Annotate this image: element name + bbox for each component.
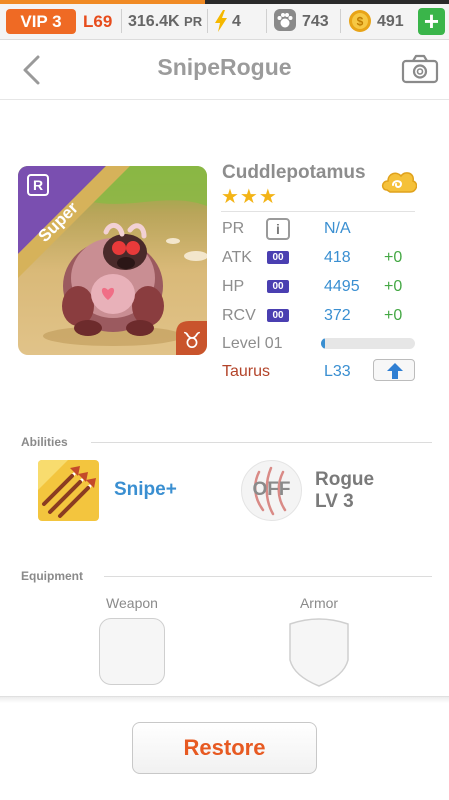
status-bar: VIP 3 L69 316.4K PR 4 743 $ 491 +	[0, 0, 449, 40]
abilities-section-title: Abilities	[21, 435, 68, 449]
divider	[207, 9, 208, 33]
stat-bonus-atk: +0	[384, 249, 403, 266]
abilities-divider	[91, 442, 432, 443]
coin-count: 491	[377, 13, 404, 30]
divider	[121, 9, 122, 33]
stat-label-hp: HP	[222, 278, 245, 295]
stat-value-atk: 418	[324, 249, 351, 266]
back-arrow-icon[interactable]	[18, 54, 48, 86]
info-icon[interactable]: i	[266, 218, 290, 240]
upgrade-button[interactable]	[373, 359, 415, 381]
zodiac-badge: ♉	[176, 321, 207, 355]
stat-bonus-hp: +0	[384, 278, 403, 295]
stat-badge-atk: 00	[267, 251, 289, 264]
divider	[266, 9, 267, 33]
stat-value-hp: 4495	[324, 278, 360, 295]
stat-value-rcv: 372	[324, 307, 351, 324]
power-rating-value: 316.4K	[128, 13, 180, 30]
monster-portrait[interactable]: R Super ♉	[18, 166, 207, 355]
stat-label-rcv: RCV	[222, 307, 256, 324]
status-bar-accent	[0, 0, 449, 4]
passive-ability-name: Rogue	[315, 469, 375, 490]
status-bar-accent-fill	[0, 0, 205, 4]
weapon-slot-icon[interactable]	[99, 618, 165, 685]
stat-label-pr: PR	[222, 220, 245, 237]
arrows-skill-icon[interactable]	[38, 460, 99, 521]
page-header: SnipeRogue	[0, 40, 449, 100]
passive-ability-level: LV 3	[315, 491, 354, 512]
coin-icon: $	[349, 10, 371, 32]
rarity-badge: R	[33, 177, 43, 193]
weapon-label: Weapon	[106, 595, 158, 611]
armor-shield-icon[interactable]	[286, 616, 352, 688]
paw-icon[interactable]	[274, 9, 296, 31]
camera-icon[interactable]	[401, 54, 439, 84]
equipment-section-title: Equipment	[21, 569, 83, 583]
power-rating-unit: PR	[184, 14, 203, 29]
monster-name: Cuddlepotamus	[222, 162, 366, 183]
taurus-symbol-icon: ♉	[182, 329, 202, 354]
armor-label: Armor	[299, 595, 339, 611]
stat-value-pr: N/A	[324, 220, 351, 237]
passive-ability[interactable]: Rogue LV 3	[315, 469, 374, 513]
stat-bonus-rcv: +0	[384, 307, 403, 324]
passive-state-label: OFF	[252, 479, 291, 500]
paw-count: 743	[302, 13, 329, 30]
lightning-icon	[215, 10, 227, 32]
level-label: Level 01	[222, 335, 283, 352]
energy-count: 4	[232, 13, 241, 30]
stat-badge-rcv: 00	[267, 309, 289, 322]
power-rating: 316.4K PR	[128, 9, 202, 34]
player-level: L69	[83, 12, 113, 31]
bottom-bar-shadow	[0, 697, 449, 703]
name-divider	[221, 211, 415, 212]
restore-button[interactable]: Restore	[132, 722, 317, 774]
cloud-element-icon[interactable]	[381, 166, 417, 198]
star-rating: ★★★	[221, 186, 278, 208]
skill-name[interactable]: Snipe+	[114, 479, 177, 501]
level-progress-bar	[321, 338, 415, 349]
zodiac-sign-level: L33	[324, 363, 351, 380]
add-coins-button[interactable]: +	[418, 8, 445, 35]
svg-text:$: $	[357, 15, 364, 29]
level-progress-fill	[321, 338, 325, 349]
page-title: SnipeRogue	[157, 54, 292, 80]
divider	[340, 9, 341, 33]
stat-label-atk: ATK	[222, 249, 252, 266]
up-arrow-icon	[387, 363, 403, 379]
stat-badge-hp: 00	[267, 280, 289, 293]
equipment-divider	[104, 576, 432, 577]
vip-badge[interactable]: VIP 3	[6, 9, 76, 34]
zodiac-sign-label: Taurus	[222, 363, 271, 380]
